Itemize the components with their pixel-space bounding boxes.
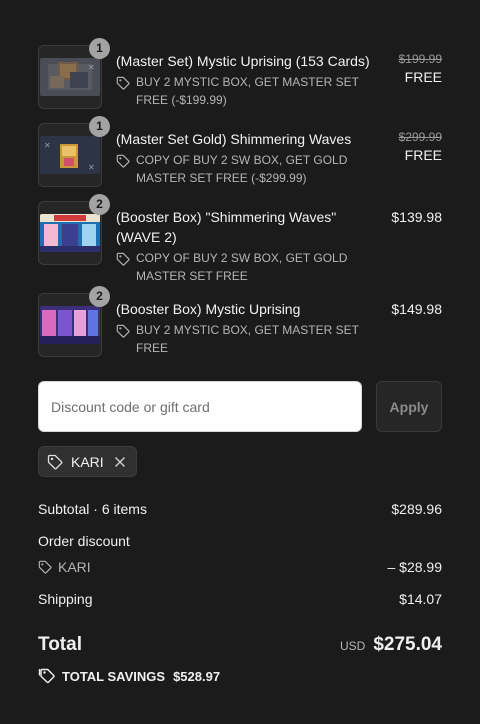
- product-name: (Booster Box) Mystic Uprising: [116, 301, 301, 317]
- svg-text:✕: ✕: [44, 141, 51, 150]
- quantity-badge: 1: [89, 116, 110, 137]
- final-price: FREE: [404, 147, 442, 163]
- line-item-discount: BUY 2 MYSTIC BOX, GET MASTER SET FREE: [116, 321, 378, 357]
- savings-label: TOTAL SAVINGS: [62, 668, 166, 684]
- line-item-prices: $139.98: [391, 207, 442, 227]
- line-item: 2 (Booster Box) Mystic Uprising BUY 2 MY…: [38, 286, 442, 357]
- line-item: ✕ ✕ 1 (Master Set Gold) Shimmering Waves…: [38, 116, 442, 201]
- line-item-info: (Master Set) Mystic Uprising (153 Cards)…: [116, 45, 378, 123]
- line-item-info: (Master Set Gold) Shimmering Waves COPY …: [116, 123, 378, 201]
- order-discount-label: Order discount: [38, 533, 130, 549]
- svg-text:✕: ✕: [88, 163, 95, 172]
- final-price: FREE: [404, 69, 442, 85]
- line-item-prices: $299.99 FREE: [399, 129, 442, 165]
- discount-value: – $28.99: [387, 559, 443, 575]
- product-image: [40, 214, 100, 252]
- order-items-list: ✕ 1 (Master Set) Mystic Uprising (153 Ca…: [38, 38, 442, 357]
- line-item-info: (Booster Box) "Shimmering Waves" (WAVE 2…: [116, 201, 378, 293]
- line-item-discount: BUY 2 MYSTIC BOX, GET MASTER SET FREE (-…: [116, 73, 378, 109]
- total-label: Total: [38, 634, 82, 655]
- shipping-value: $14.07: [399, 591, 442, 607]
- tag-icon: [116, 324, 130, 338]
- discount-code-label: KARI: [58, 559, 91, 575]
- total-savings: TOTAL SAVINGS $528.97: [38, 667, 220, 685]
- final-price: $149.98: [391, 301, 442, 317]
- product-thumbnail: 2: [38, 194, 110, 265]
- shipping-label: Shipping: [38, 591, 93, 607]
- quantity-badge: 1: [89, 38, 110, 59]
- line-item-prices: $149.98: [391, 299, 442, 319]
- subtotal-value: $289.96: [391, 501, 442, 517]
- close-icon[interactable]: [114, 456, 126, 468]
- discount-code-row: KARI – $28.99: [38, 559, 442, 575]
- currency-code: USD: [339, 639, 366, 653]
- original-price: $199.99: [398, 52, 442, 66]
- line-item-discount: COPY OF BUY 2 SW BOX, GET GOLD MASTER SE…: [116, 249, 378, 285]
- savings-amount: $528.97: [173, 668, 221, 684]
- line-item: ✕ 1 (Master Set) Mystic Uprising (153 Ca…: [38, 38, 442, 123]
- subtotal-label: Subtotal · 6 items: [38, 501, 147, 517]
- product-name: (Master Set Gold) Shimmering Waves: [116, 131, 352, 147]
- apply-button[interactable]: Apply: [376, 381, 442, 432]
- product-name: (Booster Box) "Shimmering Waves" (WAVE 2…: [116, 209, 337, 245]
- applied-discount-chip: KARI: [38, 446, 137, 477]
- tag-icon: [38, 560, 52, 574]
- product-thumbnail: 2: [38, 286, 110, 357]
- line-item-prices: $199.99 FREE: [399, 51, 442, 87]
- shipping-row: Shipping $14.07: [38, 591, 442, 607]
- tag-icon: [116, 252, 130, 266]
- product-name: (Master Set) Mystic Uprising (153 Cards): [116, 53, 370, 69]
- product-thumbnail: ✕ ✕ 1: [38, 116, 110, 187]
- discount-form: Apply: [38, 381, 442, 432]
- tag-icon: [116, 154, 130, 168]
- discount-description: COPY OF BUY 2 SW BOX, GET GOLD MASTER SE…: [136, 251, 348, 283]
- tag-icon: [116, 76, 130, 90]
- line-item: 2 (Booster Box) "Shimmering Waves" (WAVE…: [38, 194, 442, 293]
- product-image: [40, 306, 100, 344]
- total-amount: $275.04: [373, 634, 442, 655]
- product-thumbnail: ✕ 1: [38, 38, 110, 109]
- line-item-discount: COPY OF BUY 2 SW BOX, GET GOLD MASTER SE…: [116, 151, 378, 187]
- final-price: $139.98: [391, 209, 442, 225]
- quantity-badge: 2: [89, 286, 110, 307]
- quantity-badge: 2: [89, 194, 110, 215]
- product-image: ✕: [40, 58, 100, 96]
- discount-code-input[interactable]: [38, 381, 362, 432]
- discount-description: BUY 2 MYSTIC BOX, GET MASTER SET FREE (-…: [136, 75, 359, 107]
- total-amount-group: USD $275.04: [340, 634, 442, 656]
- subtotal-row: Subtotal · 6 items $289.96: [38, 501, 442, 517]
- product-image: ✕ ✕: [40, 136, 100, 174]
- applied-code-label: KARI: [71, 453, 104, 470]
- tag-icon: [47, 454, 63, 469]
- discount-description: BUY 2 MYSTIC BOX, GET MASTER SET FREE: [136, 323, 359, 355]
- original-price: $299.99: [398, 130, 442, 144]
- svg-text:✕: ✕: [88, 63, 95, 72]
- savings-tag-icon: [38, 668, 55, 684]
- line-item-info: (Booster Box) Mystic Uprising BUY 2 MYST…: [116, 293, 378, 357]
- discount-description: COPY OF BUY 2 SW BOX, GET GOLD MASTER SE…: [136, 153, 348, 185]
- order-discount-row: Order discount: [38, 533, 442, 549]
